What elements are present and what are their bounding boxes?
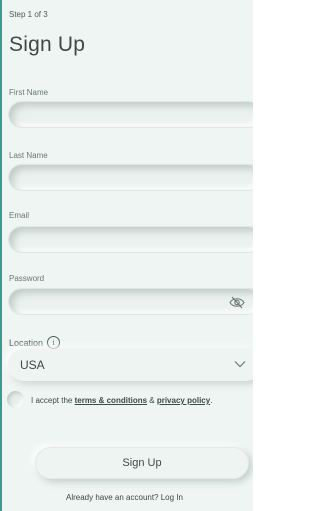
sign-up-button[interactable]: Sign Up: [35, 447, 249, 479]
login-prompt-text: Already have an account?: [66, 493, 161, 502]
log-in-link[interactable]: Log In: [161, 493, 183, 502]
location-label-row: Location i: [9, 336, 61, 349]
terms-middle: &: [147, 396, 157, 405]
first-name-field[interactable]: [8, 101, 253, 128]
login-prompt: Already have an account? Log In: [66, 493, 183, 502]
password-label: Password: [9, 274, 45, 283]
email-field[interactable]: [8, 226, 253, 253]
terms-checkbox[interactable]: [7, 391, 24, 408]
info-icon[interactable]: i: [47, 336, 61, 349]
last-name-input[interactable]: [9, 165, 253, 190]
signup-form: Step 1 of 3 Sign Up First Name Last Name…: [0, 0, 253, 511]
eye-slash-icon[interactable]: [229, 296, 245, 309]
email-input[interactable]: [9, 227, 253, 252]
chevron-down-icon: [234, 361, 246, 368]
terms-link[interactable]: terms & conditions: [75, 396, 147, 405]
terms-prefix: I accept the: [31, 396, 75, 405]
location-label: Location: [9, 337, 44, 348]
last-name-label: Last Name: [9, 151, 48, 160]
location-select-value: USA: [20, 358, 45, 372]
privacy-link[interactable]: privacy policy: [157, 396, 210, 405]
last-name-field[interactable]: [8, 164, 253, 191]
first-name-input[interactable]: [9, 102, 253, 127]
first-name-label: First Name: [9, 88, 49, 97]
terms-text: I accept the terms & conditions & privac…: [31, 396, 212, 405]
page-title: Sign Up: [9, 33, 86, 56]
email-label: Email: [9, 211, 30, 220]
password-field[interactable]: [8, 288, 253, 315]
location-select[interactable]: USA: [8, 349, 253, 381]
terms-suffix: .: [210, 396, 213, 405]
step-indicator: Step 1 of 3: [9, 10, 48, 19]
password-input[interactable]: [9, 289, 253, 314]
